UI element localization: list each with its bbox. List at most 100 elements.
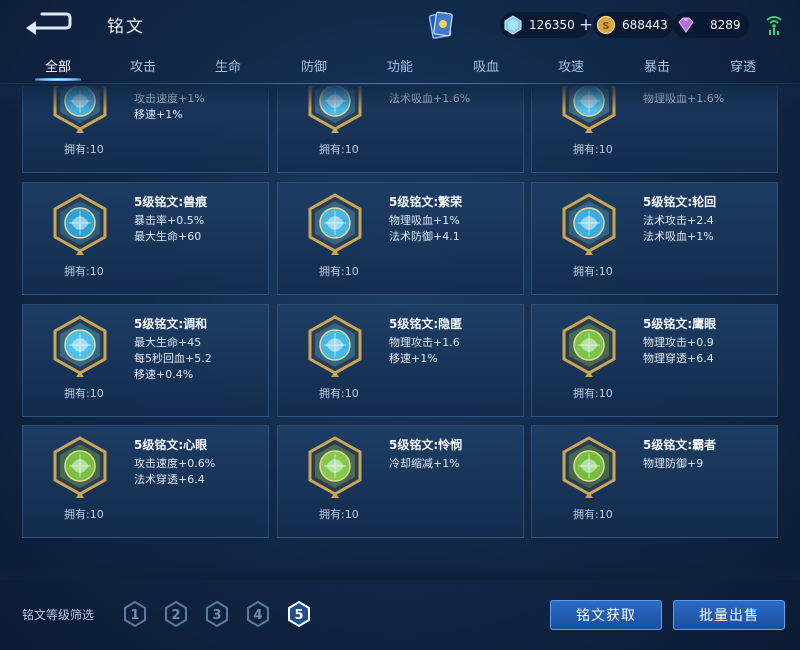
- rune-attribute: 攻击速度+0.6%: [134, 457, 216, 470]
- tab-attack[interactable]: 攻击: [113, 56, 173, 75]
- tab-utility[interactable]: 功能: [370, 56, 430, 75]
- rune-card[interactable]: 5级铭文:贪婪法术吸血+1.6% 拥有:10: [277, 86, 524, 173]
- rune-name: 5级铭文:怜悯: [389, 438, 463, 452]
- owned-count: 拥有:10: [64, 265, 104, 278]
- rune-card[interactable]: 5级铭文:心眼 攻击速度+0.6% 法术穿透+6.4 拥有:10: [22, 425, 269, 538]
- owned-count: 拥有:10: [319, 387, 359, 400]
- back-arrow-icon[interactable]: [22, 10, 74, 36]
- level-filter-number: 1: [130, 608, 139, 623]
- add-diamond-button[interactable]: +: [579, 16, 593, 34]
- tab-health[interactable]: 生命: [198, 56, 258, 75]
- owned-count: 拥有:10: [319, 265, 359, 278]
- rune-attribute: 冷却缩减+1%: [389, 457, 460, 470]
- rune-name: 5级铭文:鹰眼: [643, 317, 717, 331]
- rune-attributes: 冷却缩减+1%: [389, 456, 460, 472]
- rune-name: 5级铭文:兽痕: [134, 195, 208, 209]
- level-filter-1[interactable]: 1: [122, 600, 148, 628]
- rune-attributes: 法术攻击+2.4 法术吸血+1%: [643, 213, 714, 245]
- rune-acquire-button[interactable]: 铭文获取: [550, 600, 662, 630]
- gold-coin-icon: S: [596, 15, 616, 35]
- rune-card[interactable]: 5级铭文:兽痕 暴击率+0.5% 最大生命+60 拥有:10: [22, 182, 269, 295]
- rune-card[interactable]: 5级铭文:隐匿 物理攻击+1.6 移速+1% 拥有:10: [277, 304, 524, 417]
- diamond-currency: 126350 +: [500, 12, 593, 38]
- rune-attribute: 法术吸血+1.6%: [389, 92, 471, 105]
- rune-attribute: 最大生命+60: [134, 230, 202, 243]
- rune-card[interactable]: 5级铭文:霸者 物理防御+9 拥有:10: [531, 425, 778, 538]
- rune-name: 5级铭文:狩猎: [134, 86, 207, 88]
- rune-attribute: 移速+0.4%: [134, 368, 194, 381]
- rune-attribute: 法术攻击+2.4: [643, 214, 714, 227]
- crystal-currency: 8289: [673, 12, 749, 38]
- rune-attribute: 物理攻击+0.9: [643, 336, 714, 349]
- rune-card[interactable]: 5级铭文:怜悯 冷却缩减+1% 拥有:10: [277, 425, 524, 538]
- owned-count: 拥有:10: [573, 265, 613, 278]
- rune-attributes: 物理防御+9: [643, 456, 703, 472]
- level-filter-number: 2: [171, 608, 180, 623]
- rune-grid[interactable]: 5级铭文:狩猎攻击速度+1%移速+1%拥有:105级铭文:贪婪法术吸血+1.6%…: [0, 86, 800, 580]
- rune-emblem-icon: [53, 86, 107, 133]
- wifi-signal-icon: [766, 16, 782, 35]
- rune-attribute: 最大生命+45: [134, 336, 202, 349]
- gold-currency: S 688443: [593, 12, 673, 38]
- rune-emblem-icon: [308, 315, 362, 377]
- rune-emblem-icon: [562, 315, 616, 377]
- rune-attribute: 法术穿透+6.4: [134, 473, 205, 486]
- active-tab-indicator: [35, 78, 81, 81]
- owned-count: 拥有:10: [573, 143, 613, 156]
- level-filter-4[interactable]: 4: [245, 600, 271, 628]
- rune-card[interactable]: 5级铭文:繁荣 物理吸血+1% 法术防御+4.1 拥有:10: [277, 182, 524, 295]
- rune-card[interactable]: 5级铭文:狩猎攻击速度+1% 移速+1% 拥有:10: [22, 86, 269, 173]
- owned-count: 拥有:10: [64, 143, 104, 156]
- tab-attack-speed[interactable]: 攻速: [541, 56, 601, 75]
- rune-attribute: 物理吸血+1.6%: [643, 92, 725, 105]
- rune-emblem-icon: [308, 193, 362, 255]
- owned-count: 拥有:10: [573, 508, 613, 521]
- level-filter-number: 4: [253, 608, 262, 623]
- level-filter-3[interactable]: 3: [204, 600, 230, 628]
- owned-count: 拥有:10: [64, 387, 104, 400]
- top-bar: 铭文 126350 + S 688443 8289: [0, 0, 800, 52]
- rune-attributes: 物理攻击+0.9 物理穿透+6.4: [643, 335, 714, 367]
- rune-emblem-icon: [53, 315, 107, 377]
- svg-text:S: S: [602, 21, 609, 32]
- rune-attribute: 物理穿透+6.4: [643, 352, 714, 365]
- level-filter-2[interactable]: 2: [163, 600, 189, 628]
- tab-all[interactable]: 全部: [28, 56, 88, 75]
- rune-card-icon[interactable]: [428, 10, 454, 40]
- scroll-fade-bottom: [0, 562, 800, 580]
- tab-defense[interactable]: 防御: [284, 56, 344, 75]
- rune-attribute: 移速+1%: [134, 108, 183, 121]
- diamond-icon: [504, 15, 522, 35]
- page-title: 铭文: [107, 17, 145, 37]
- batch-sell-button[interactable]: 批量出售: [673, 600, 785, 630]
- rune-name: 5级铭文:夺萃: [643, 86, 716, 88]
- rune-card[interactable]: 5级铭文:鹰眼 物理攻击+0.9 物理穿透+6.4 拥有:10: [531, 304, 778, 417]
- rune-attribute: 物理吸血+1%: [389, 214, 460, 227]
- tab-penetration[interactable]: 穿透: [713, 56, 773, 75]
- tab-lifesteal[interactable]: 吸血: [456, 56, 516, 75]
- crystal-amount: 8289: [710, 18, 741, 32]
- rune-name: 5级铭文:调和: [134, 317, 208, 331]
- rune-emblem-icon: [308, 86, 362, 133]
- rune-attribute: 物理攻击+1.6: [389, 336, 460, 349]
- level-filter-5[interactable]: 5: [286, 600, 312, 628]
- tab-critical[interactable]: 暴击: [627, 56, 687, 75]
- rune-emblem-icon: [308, 436, 362, 498]
- rune-attributes: 暴击率+0.5% 最大生命+60: [134, 213, 204, 245]
- owned-count: 拥有:10: [319, 508, 359, 521]
- owned-count: 拥有:10: [64, 508, 104, 521]
- rune-attribute: 暴击率+0.5%: [134, 214, 205, 227]
- rune-name: 5级铭文:霸者: [643, 438, 717, 452]
- rune-card[interactable]: 5级铭文:轮回 法术攻击+2.4 法术吸血+1% 拥有:10: [531, 182, 778, 295]
- rune-attributes: 物理攻击+1.6 移速+1%: [389, 335, 460, 367]
- rune-attributes: 法术吸血+1.6%: [389, 91, 470, 107]
- rune-card[interactable]: 5级铭文:夺萃物理吸血+1.6% 拥有:10: [531, 86, 778, 173]
- category-tabs: 全部 攻击 生命 防御 功能 吸血 攻速 暴击 穿透: [0, 52, 800, 84]
- level-filter-label: 铭文等级筛选: [22, 608, 95, 622]
- rune-card[interactable]: 5级铭文:调和 最大生命+45 每5秒回血+5.2 移速+0.4% 拥有:10: [22, 304, 269, 417]
- rune-attribute: 物理防御+9: [643, 457, 704, 470]
- owned-count: 拥有:10: [319, 143, 359, 156]
- rune-emblem-icon: [53, 193, 107, 255]
- rune-attribute: 每5秒回血+5.2: [134, 352, 212, 365]
- rune-attribute: 法术吸血+1%: [643, 230, 714, 243]
